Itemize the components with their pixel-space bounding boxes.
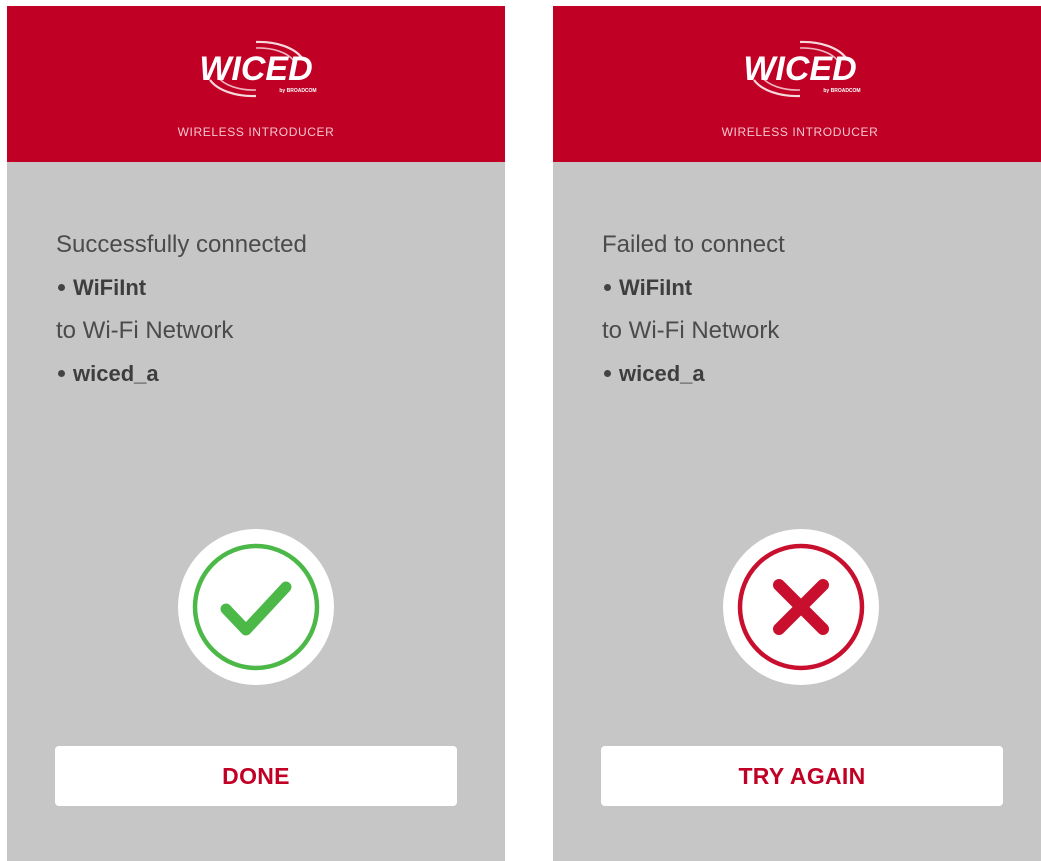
network-item: wiced_a bbox=[602, 352, 1027, 396]
app-header: WICED by BROADCOM WIRELESS INTRODUCER bbox=[553, 6, 1041, 162]
logo-text: WICED bbox=[743, 50, 856, 88]
logo-byline: by BROADCOM bbox=[823, 88, 860, 94]
network-line: to Wi-Fi Network bbox=[56, 317, 234, 344]
status-block: Successfully connected WiFiInt to Wi-Fi … bbox=[56, 224, 485, 396]
status-line: Successfully connected bbox=[56, 231, 307, 258]
network-item: wiced_a bbox=[56, 352, 485, 396]
device-name: WiFiInt bbox=[619, 275, 693, 300]
logo-byline: by BROADCOM bbox=[279, 88, 316, 94]
bullet-icon bbox=[58, 283, 65, 291]
network-name: wiced_a bbox=[73, 361, 159, 386]
wiced-logo-icon: WICED by BROADCOM bbox=[186, 36, 326, 102]
logo-text: WICED bbox=[199, 50, 312, 88]
x-mark-icon bbox=[723, 529, 879, 685]
status-line: Failed to connect bbox=[602, 231, 785, 258]
bullet-icon bbox=[604, 369, 611, 377]
header-title: WIRELESS INTRODUCER bbox=[177, 125, 335, 139]
header-title: WIRELESS INTRODUCER bbox=[721, 125, 879, 139]
success-screen: WICED by BROADCOM WIRELESS INTRODUCER Su… bbox=[7, 6, 505, 861]
done-button[interactable]: DONE bbox=[55, 746, 457, 806]
failure-screen: WICED by BROADCOM WIRELESS INTRODUCER Fa… bbox=[553, 6, 1041, 861]
bullet-icon bbox=[58, 369, 65, 377]
device-item: WiFiInt bbox=[56, 266, 485, 310]
app-header: WICED by BROADCOM WIRELESS INTRODUCER bbox=[7, 6, 505, 162]
bullet-icon bbox=[604, 283, 611, 291]
try-again-button[interactable]: TRY AGAIN bbox=[601, 746, 1003, 806]
network-name: wiced_a bbox=[619, 361, 705, 386]
checkmark-icon bbox=[178, 529, 334, 685]
status-block: Failed to connect WiFiInt to Wi-Fi Netwo… bbox=[602, 224, 1027, 396]
device-name: WiFiInt bbox=[73, 275, 147, 300]
network-line: to Wi-Fi Network bbox=[602, 317, 780, 344]
wiced-logo-icon: WICED by BROADCOM bbox=[730, 36, 870, 102]
device-item: WiFiInt bbox=[602, 266, 1027, 310]
